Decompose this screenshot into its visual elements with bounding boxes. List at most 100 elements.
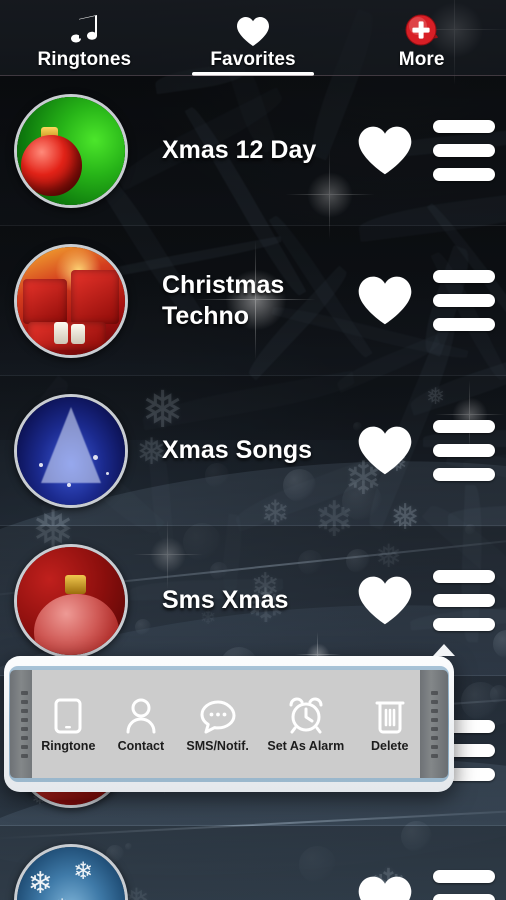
ornament-ball (21, 135, 82, 196)
triangle-pointer-icon (433, 644, 455, 656)
list-item-title: Christmas Techno (162, 271, 285, 330)
list-item-title: Sms Xmas (162, 586, 289, 615)
grip-notch (430, 726, 438, 731)
plus-badge-icon (405, 14, 439, 48)
red-gifts-candles-thumbnail[interactable] (14, 243, 128, 358)
menu-bar (433, 444, 495, 457)
thumbnail-art (17, 546, 125, 655)
trash-can-icon (375, 696, 405, 734)
grip-notch (20, 717, 28, 722)
grip-notch (20, 699, 28, 704)
action-delete-label: Delete (370, 738, 409, 753)
list-item[interactable]: Xmas Songs (0, 376, 506, 526)
menu-bar (433, 120, 495, 133)
grip-notch (20, 735, 28, 740)
list-item[interactable]: Sms Xmas (0, 526, 506, 676)
menu-bar (433, 168, 495, 181)
ornament-cap (64, 574, 87, 595)
tab-favorites-label: Favorites (210, 49, 296, 70)
tab-more-label: More (398, 49, 445, 70)
grip-notch (430, 744, 438, 749)
candle (71, 324, 86, 344)
top-tab-bar: Ringtones Favorites More (0, 0, 506, 76)
favorite-button[interactable] (348, 575, 422, 626)
menu-bar (433, 144, 495, 157)
gift-box (71, 270, 119, 325)
sparkle (66, 482, 71, 487)
context-action-popup: Ringtone Contact SMS/Notif. Set As Alarm… (4, 656, 454, 792)
grip-notch (430, 753, 438, 758)
menu-bar (433, 870, 495, 883)
drag-handle-right[interactable] (420, 670, 448, 778)
thumbnail-art (17, 246, 125, 355)
menu-bar (433, 594, 495, 607)
hamburger-menu-icon[interactable] (422, 270, 506, 331)
gift-box (23, 278, 67, 325)
alarm-clock-icon (287, 696, 325, 734)
hamburger-menu-icon[interactable] (422, 120, 506, 181)
blue-snowflake-thumbnail[interactable]: ❄ ❄ ❅ (14, 843, 128, 900)
blue-christmas-tree-thumbnail[interactable] (14, 393, 128, 508)
menu-bar (433, 270, 495, 283)
favorite-button[interactable] (348, 275, 422, 326)
menu-bar (433, 318, 495, 331)
christmas-tree (41, 407, 101, 484)
snowflake-glyph: ❄ (27, 866, 53, 900)
snowflake-glyph: ❅ (54, 894, 71, 900)
red-ornament-thumbnail[interactable] (14, 543, 128, 658)
sparkle (92, 454, 98, 460)
list-item-title: Xmas Songs (162, 436, 313, 465)
action-set-alarm-label: Set As Alarm (267, 738, 345, 753)
favorite-button[interactable] (348, 125, 422, 176)
tab-ringtones-label: Ringtones (37, 49, 132, 70)
tab-favorites[interactable]: Favorites (169, 0, 338, 76)
hamburger-menu-icon[interactable] (422, 870, 506, 900)
list-item[interactable]: Xmas 12 Day (0, 76, 506, 226)
popup-actions-container: Ringtone Contact SMS/Notif. Set As Alarm… (32, 670, 426, 778)
menu-bar (433, 618, 495, 631)
list-item[interactable]: ❄ ❄ ❅ (0, 826, 506, 900)
action-sms-label: SMS/Notif. (186, 738, 249, 753)
grip-notch (20, 744, 28, 749)
hamburger-menu-icon[interactable] (422, 420, 506, 481)
grip-notch (430, 708, 438, 713)
action-delete[interactable]: Delete (359, 696, 421, 753)
grip-notch (20, 690, 28, 695)
grip-notch (430, 717, 438, 722)
menu-bar (433, 570, 495, 583)
smartphone-icon (54, 696, 82, 734)
thumbnail-art: ❄ ❄ ❅ (17, 846, 125, 900)
thumbnail-art (17, 396, 125, 505)
menu-bar (433, 294, 495, 307)
action-contact[interactable]: Contact (110, 696, 172, 753)
action-set-alarm[interactable]: Set As Alarm (263, 696, 348, 753)
ornament-ball (34, 594, 119, 655)
grip-notch (430, 699, 438, 704)
action-sms[interactable]: SMS/Notif. (182, 696, 253, 753)
action-contact-label: Contact (117, 738, 165, 753)
tab-more[interactable]: More (337, 0, 506, 76)
grip-notch (20, 708, 28, 713)
grip-notch (20, 753, 28, 758)
grip-notch (430, 690, 438, 695)
tab-ringtones[interactable]: Ringtones (0, 0, 169, 76)
grip-notch (20, 726, 28, 731)
action-ringtone[interactable]: Ringtone (37, 696, 99, 753)
menu-bar (433, 468, 495, 481)
favorite-button[interactable] (348, 875, 422, 900)
list-item-title: Xmas 12 Day (162, 136, 317, 165)
menu-bar (433, 420, 495, 433)
candle (53, 322, 68, 344)
thumbnail-art (17, 96, 125, 205)
grip-notch (430, 735, 438, 740)
list-item[interactable]: Christmas Techno (0, 226, 506, 376)
speech-bubble-icon (200, 696, 236, 734)
action-ringtone-label: Ringtone (41, 738, 96, 753)
red-green-ornament-thumbnail[interactable] (14, 93, 128, 208)
snowflake-glyph: ❄ (73, 858, 94, 886)
heart-icon (236, 14, 270, 48)
music-note-icon (69, 14, 99, 48)
menu-bar (433, 894, 495, 900)
favorite-button[interactable] (348, 425, 422, 476)
hamburger-menu-icon[interactable] (422, 570, 506, 631)
